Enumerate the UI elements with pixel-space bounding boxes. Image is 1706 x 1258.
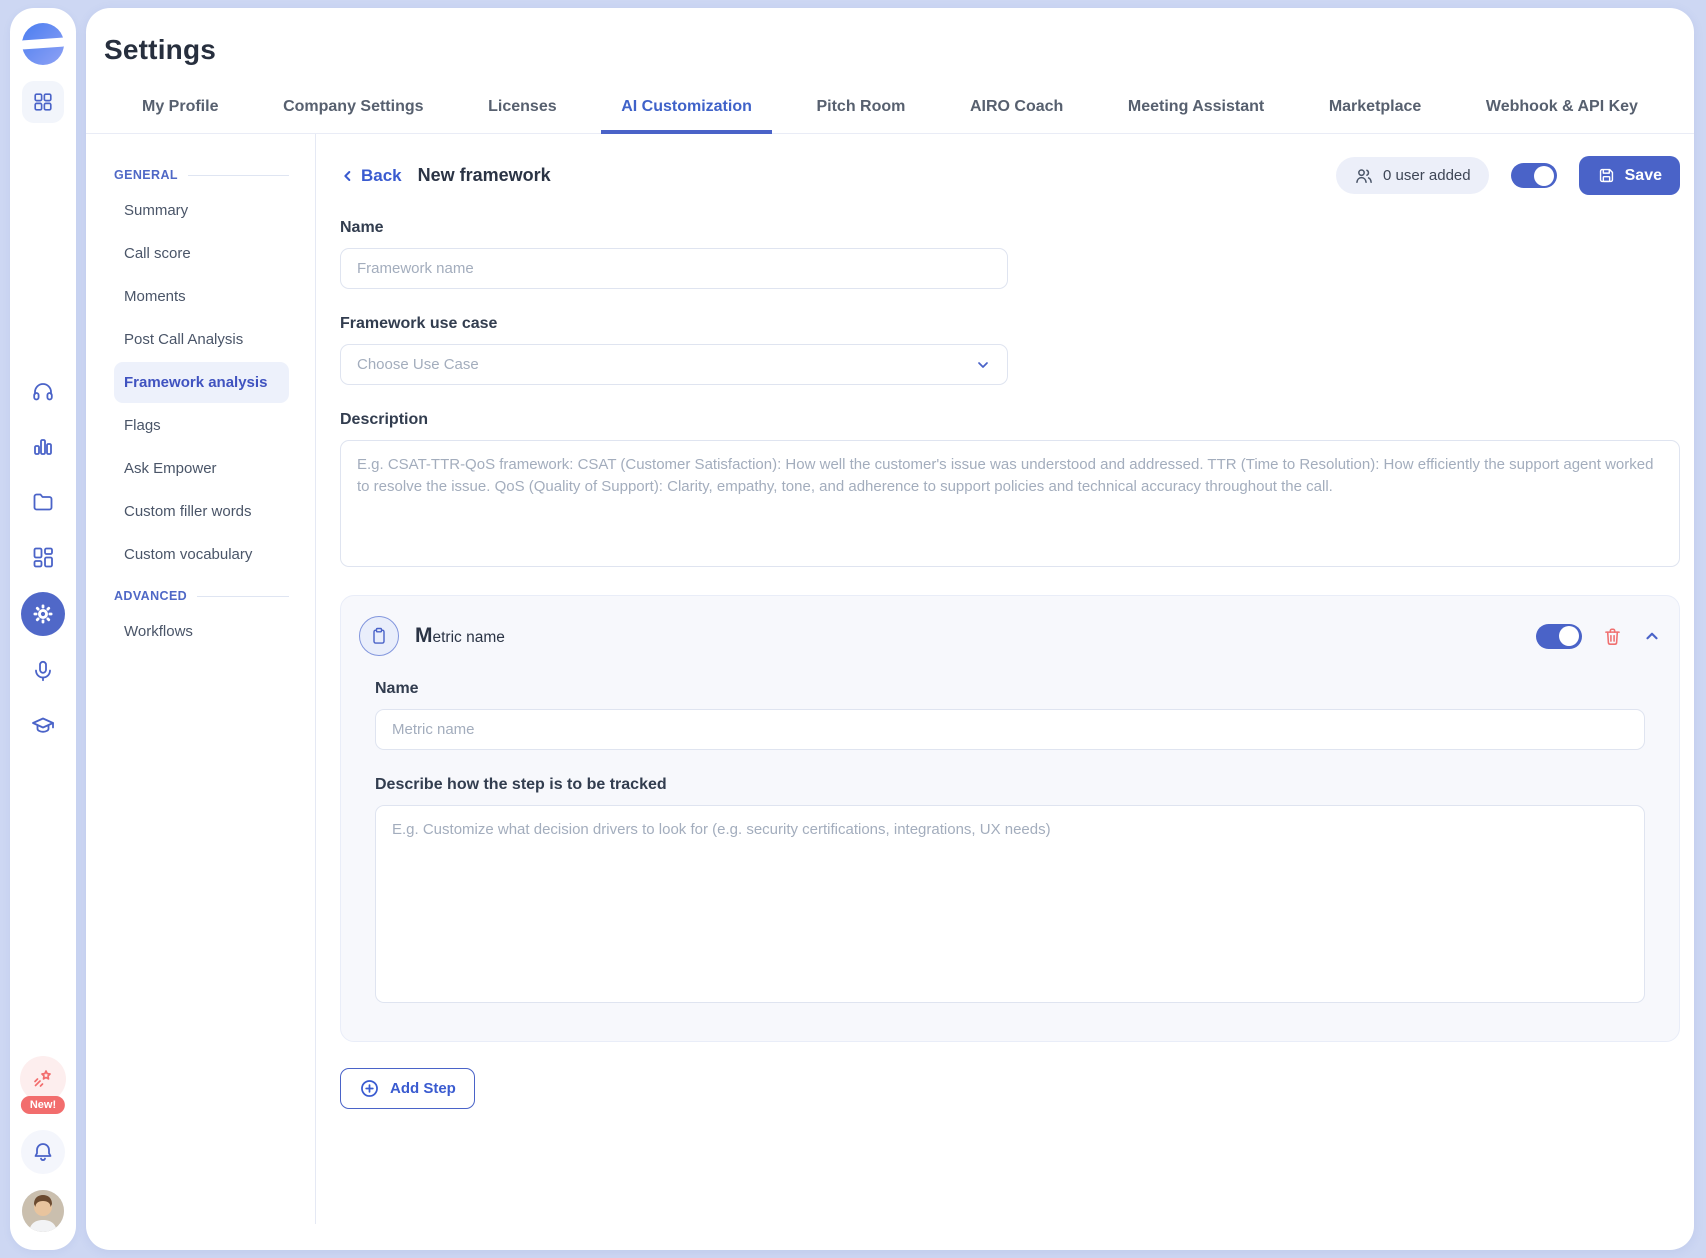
- users-icon: [1354, 166, 1374, 186]
- settings-panel: Settings My Profile Company Settings Lic…: [86, 8, 1694, 1250]
- users-added-badge[interactable]: 0 user added: [1336, 157, 1489, 194]
- framework-name-input[interactable]: [340, 248, 1008, 289]
- use-case-select[interactable]: Choose Use Case: [340, 344, 1008, 385]
- bell-icon: [31, 1140, 55, 1164]
- sidebar-item-workflows[interactable]: Workflows: [114, 611, 289, 652]
- save-icon: [1597, 166, 1616, 185]
- sidebar-item-summary[interactable]: Summary: [114, 190, 289, 231]
- gear-icon: [31, 602, 55, 626]
- sidebar-item-custom-filler-words[interactable]: Custom filler words: [114, 491, 289, 532]
- whats-new-button[interactable]: New!: [20, 1056, 66, 1114]
- chevron-up-icon: [1643, 627, 1661, 645]
- analytics-icon[interactable]: [31, 435, 55, 459]
- tab-meeting-assistant[interactable]: Meeting Assistant: [1108, 88, 1284, 134]
- framework-enabled-toggle[interactable]: [1510, 163, 1557, 188]
- graduation-cap-icon[interactable]: [31, 714, 55, 738]
- sidebar-section-advanced: ADVANCED: [114, 589, 289, 603]
- sidebar-item-moments[interactable]: Moments: [114, 276, 289, 317]
- back-button[interactable]: Back: [340, 166, 402, 186]
- folder-icon[interactable]: [31, 490, 55, 514]
- shooting-star-icon: [31, 1067, 55, 1091]
- apps-grid-button[interactable]: [22, 81, 64, 123]
- microphone-icon[interactable]: [31, 659, 55, 683]
- sidebar-item-ask-empower[interactable]: Ask Empower: [114, 448, 289, 489]
- metric-name-input[interactable]: [375, 709, 1645, 750]
- save-button[interactable]: Save: [1578, 156, 1680, 195]
- chevron-down-icon: [975, 357, 991, 373]
- page-title: Settings: [104, 34, 217, 65]
- framework-title: New framework: [417, 165, 551, 185]
- dashboard-icon[interactable]: [31, 545, 55, 569]
- users-added-label: 0 user added: [1383, 167, 1471, 184]
- description-textarea[interactable]: [340, 440, 1680, 567]
- metric-track-textarea[interactable]: [375, 805, 1645, 1003]
- tab-pitch-room[interactable]: Pitch Room: [796, 88, 925, 134]
- app-logo[interactable]: [22, 23, 64, 65]
- trash-icon: [1602, 626, 1623, 647]
- tab-airo-coach[interactable]: AIRO Coach: [950, 88, 1083, 134]
- headphones-icon[interactable]: [31, 380, 55, 404]
- sidebar-item-custom-vocabulary[interactable]: Custom vocabulary: [114, 534, 289, 575]
- general-section-label: GENERAL: [114, 168, 178, 182]
- tab-my-profile[interactable]: My Profile: [122, 88, 238, 134]
- tab-licenses[interactable]: Licenses: [468, 88, 576, 134]
- sidebar-item-flags[interactable]: Flags: [114, 405, 289, 446]
- sidebar-item-post-call-analysis[interactable]: Post Call Analysis: [114, 319, 289, 360]
- collapse-step-button[interactable]: [1643, 627, 1661, 645]
- sidebar-item-framework-analysis[interactable]: Framework analysis: [114, 362, 289, 403]
- description-label: Description: [340, 411, 429, 428]
- name-label: Name: [340, 219, 384, 236]
- metric-name-label: Name: [375, 680, 419, 697]
- chevron-left-icon: [340, 168, 356, 184]
- sidebar-item-call-score[interactable]: Call score: [114, 233, 289, 274]
- metric-track-label: Describe how the step is to be tracked: [375, 776, 667, 793]
- settings-tabbar: My Profile Company Settings Licenses AI …: [86, 88, 1694, 134]
- section-divider: [187, 174, 289, 176]
- metric-enabled-toggle[interactable]: [1536, 623, 1582, 649]
- section-divider: [197, 595, 289, 597]
- tab-webhook-api-key[interactable]: Webhook & API Key: [1466, 88, 1658, 134]
- delete-step-button[interactable]: [1602, 626, 1623, 647]
- user-avatar[interactable]: [22, 1190, 64, 1232]
- tab-ai-customization[interactable]: AI Customization: [601, 88, 772, 134]
- metric-badge: [359, 616, 399, 656]
- settings-active-button[interactable]: [21, 592, 65, 636]
- plus-circle-icon: [359, 1078, 380, 1099]
- settings-sidebar: GENERAL Summary Call score Moments Post …: [104, 134, 316, 1224]
- tab-company-settings[interactable]: Company Settings: [263, 88, 443, 134]
- add-step-button[interactable]: Add Step: [340, 1068, 475, 1109]
- use-case-label: Framework use case: [340, 315, 498, 332]
- tab-marketplace[interactable]: Marketplace: [1309, 88, 1442, 134]
- clipboard-icon: [369, 626, 389, 646]
- app-rail: New!: [10, 8, 76, 1250]
- notifications-button[interactable]: [21, 1130, 65, 1174]
- metric-step-card: Metric name Name Metric name Describe ho…: [340, 595, 1680, 1042]
- metric-step-title: Metric name: [415, 624, 505, 647]
- new-badge: New!: [20, 1096, 66, 1114]
- sidebar-section-general: GENERAL: [114, 168, 289, 182]
- grid-icon: [32, 91, 54, 113]
- framework-editor: Back New framework 0 user added Save Nam…: [316, 134, 1694, 1224]
- advanced-section-label: ADVANCED: [114, 589, 188, 603]
